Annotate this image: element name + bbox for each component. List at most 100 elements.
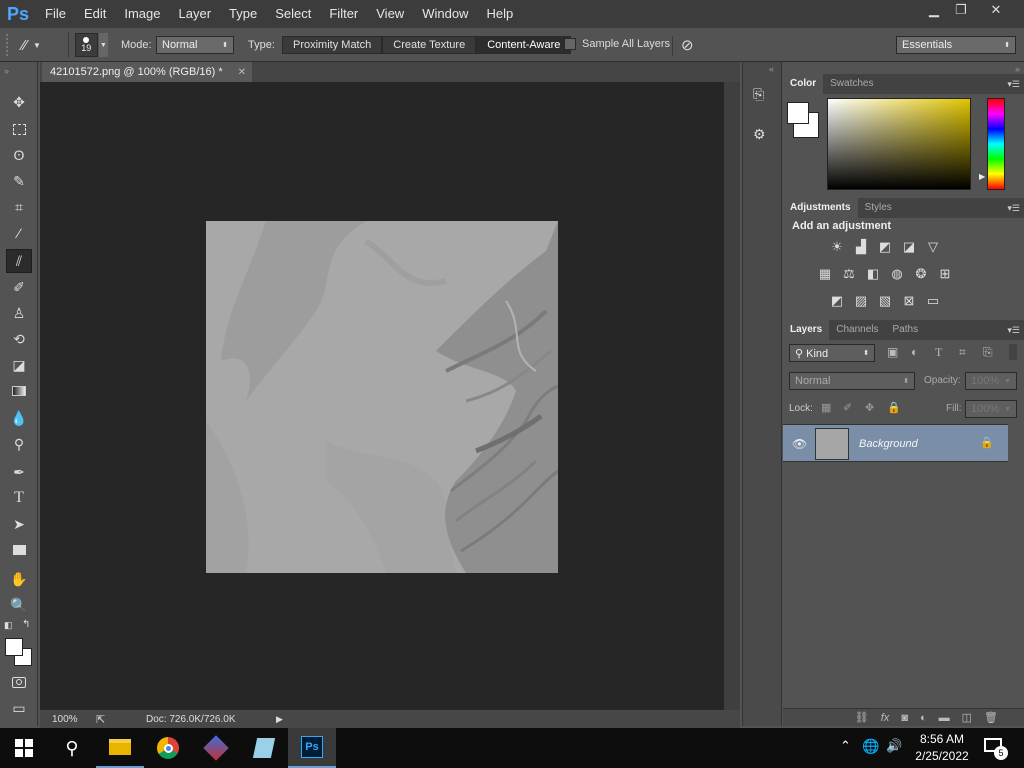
menu-select[interactable]: Select: [266, 0, 320, 28]
clone-stamp-tool-icon[interactable]: ♙: [6, 301, 32, 325]
blur-tool-icon[interactable]: 💧: [6, 406, 32, 430]
eye-icon[interactable]: 👁: [792, 437, 807, 451]
color-lookup-icon[interactable]: ⊞: [936, 266, 954, 281]
levels-icon[interactable]: ▟: [852, 239, 870, 254]
photo-filter-icon[interactable]: ◍: [888, 266, 906, 281]
menu-help[interactable]: Help: [477, 0, 522, 28]
threshold-icon[interactable]: ▧: [876, 293, 894, 308]
export-icon[interactable]: ⇱: [84, 713, 146, 726]
photoshop-taskbar-icon[interactable]: Ps: [288, 728, 336, 768]
layer-row-background[interactable]: 👁 Background 🔒: [783, 424, 1008, 462]
hue-saturation-icon[interactable]: ▦: [816, 266, 834, 281]
tool-preset-picker[interactable]: ⁄⁄ ▼: [22, 34, 60, 56]
pen-tool-icon[interactable]: ✒: [6, 460, 32, 484]
vertical-scrollbar[interactable]: [724, 82, 740, 710]
lock-transparent-icon[interactable]: ▦: [821, 401, 831, 414]
menu-layer[interactable]: Layer: [170, 0, 221, 28]
brightness-contrast-icon[interactable]: ☀: [828, 239, 846, 254]
delete-layer-icon[interactable]: 🗑: [984, 711, 998, 724]
channel-mixer-icon[interactable]: ❂: [912, 266, 930, 281]
collapse-dock-icon[interactable]: «: [769, 64, 774, 74]
document-image[interactable]: [206, 221, 558, 573]
panel-menu-icon[interactable]: ▾☰: [1007, 325, 1020, 336]
filter-type-icon[interactable]: T: [935, 345, 942, 360]
tab-layers[interactable]: Layers: [783, 320, 830, 340]
quick-select-tool-icon[interactable]: ✎: [6, 169, 32, 193]
action-center-button[interactable]: 5: [982, 736, 1008, 760]
brush-picker[interactable]: 19 ▼: [68, 32, 108, 58]
color-panel-fg-swatch[interactable]: [787, 102, 809, 124]
close-button[interactable]: ✕: [980, 0, 1012, 20]
rectangle-tool-icon[interactable]: [6, 538, 32, 562]
crop-tool-icon[interactable]: ⌗: [6, 195, 32, 219]
curves-icon[interactable]: ◩: [876, 239, 894, 254]
grip-handle[interactable]: [6, 34, 14, 56]
menu-image[interactable]: Image: [115, 0, 169, 28]
black-white-icon[interactable]: ◧: [864, 266, 882, 281]
start-button[interactable]: [0, 728, 48, 768]
zoom-tool-icon[interactable]: 🔍: [6, 593, 32, 617]
collapse-panels-icon[interactable]: »: [1015, 64, 1020, 74]
dodge-tool-icon[interactable]: ⚲: [6, 432, 32, 456]
history-panel-icon[interactable]: ⎘: [753, 86, 773, 108]
fx-icon[interactable]: fx: [881, 712, 890, 724]
clock[interactable]: 8:56 AM 2/25/2022: [912, 732, 972, 763]
tab-paths[interactable]: Paths: [886, 320, 926, 340]
new-layer-icon[interactable]: ◫: [962, 711, 972, 724]
menu-window[interactable]: Window: [413, 0, 477, 28]
pressure-icon[interactable]: ⊘: [681, 36, 694, 54]
panel-menu-icon[interactable]: ▾☰: [1007, 203, 1020, 214]
search-icon[interactable]: ⚲: [48, 728, 96, 768]
gradient-tool-icon[interactable]: [6, 379, 32, 403]
posterize-icon[interactable]: ▨: [852, 293, 870, 308]
status-menu-arrow-icon[interactable]: ▶: [276, 714, 283, 725]
eraser-tool-icon[interactable]: ◪: [6, 353, 32, 377]
content-aware-button[interactable]: Content-Aware: [476, 36, 572, 54]
lock-image-icon[interactable]: ✐: [843, 401, 852, 414]
add-mask-icon[interactable]: ◙: [901, 712, 908, 724]
hand-tool-icon[interactable]: ✋: [6, 567, 32, 591]
filter-pixel-icon[interactable]: ▣: [887, 345, 898, 359]
swap-colors-icon[interactable]: ↰: [22, 619, 30, 630]
create-texture-button[interactable]: Create Texture: [382, 36, 477, 54]
new-group-icon[interactable]: ▬: [939, 712, 950, 724]
panel-menu-icon[interactable]: ▾☰: [1007, 79, 1020, 90]
hue-slider-thumb-icon[interactable]: ▶: [979, 172, 985, 181]
menu-edit[interactable]: Edit: [75, 0, 115, 28]
filter-shape-icon[interactable]: ⌗: [959, 345, 966, 360]
gradient-map-icon[interactable]: ▭: [924, 293, 942, 308]
path-select-tool-icon[interactable]: ➤: [6, 512, 32, 536]
zoom-level[interactable]: 100%: [40, 714, 84, 725]
layer-filter-select[interactable]: ⚲ Kind ⬍: [789, 344, 875, 362]
tab-channels[interactable]: Channels: [829, 320, 885, 340]
workspace-select[interactable]: Essentials ⬍: [896, 36, 1016, 54]
screen-mode-icon[interactable]: ▭: [6, 696, 32, 720]
invert-icon[interactable]: ◩: [828, 293, 846, 308]
close-tab-icon[interactable]: ✕: [238, 67, 246, 78]
move-tool-icon[interactable]: ✥: [6, 90, 32, 114]
saturation-field[interactable]: [827, 98, 971, 190]
quick-mask-icon[interactable]: [6, 670, 32, 694]
vibrance-icon[interactable]: ▽: [924, 239, 942, 254]
lasso-tool-icon[interactable]: ʘ: [6, 143, 32, 167]
restore-button[interactable]: ❐: [945, 0, 977, 20]
foreground-color-swatch[interactable]: [5, 638, 23, 656]
mode-select[interactable]: Normal ⬍: [156, 36, 234, 54]
properties-panel-icon[interactable]: ⚙: [753, 126, 773, 148]
file-explorer-icon[interactable]: [96, 728, 144, 768]
type-tool-icon[interactable]: T: [6, 486, 32, 510]
new-adjustment-layer-icon[interactable]: ◐: [920, 712, 927, 724]
fill-field[interactable]: 100% ▼: [965, 400, 1017, 418]
hue-slider[interactable]: [987, 98, 1005, 190]
brush-tool-icon[interactable]: ✐: [6, 275, 32, 299]
tab-swatches[interactable]: Swatches: [823, 74, 880, 94]
volume-icon[interactable]: 🔊: [886, 738, 902, 754]
network-icon[interactable]: 🌐: [862, 738, 879, 755]
exposure-icon[interactable]: ◪: [900, 239, 918, 254]
notes-app-icon[interactable]: [240, 728, 288, 768]
tab-adjustments[interactable]: Adjustments: [783, 198, 858, 218]
proximity-match-button[interactable]: Proximity Match: [282, 36, 383, 54]
sample-all-layers-checkbox[interactable]: Sample All Layers: [564, 38, 670, 50]
menu-view[interactable]: View: [367, 0, 413, 28]
default-colors-icon[interactable]: ◧: [4, 620, 13, 631]
